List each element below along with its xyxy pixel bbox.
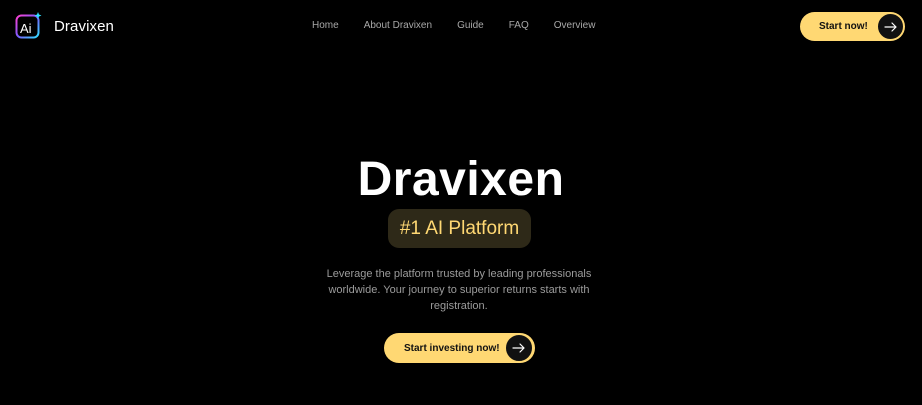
site-header: Ai Dravixen Home About Dravixen Guide FA… <box>0 0 922 52</box>
start-investing-label: Start investing now! <box>404 343 500 354</box>
logo-letters: Ai <box>20 21 32 36</box>
brand-logo[interactable]: Ai Dravixen <box>15 12 114 40</box>
arrow-right-icon <box>877 13 904 40</box>
hero-title: Dravixen <box>357 153 565 206</box>
arrow-right-icon <box>505 334 533 362</box>
start-now-button[interactable]: Start now! <box>800 12 905 41</box>
brand-name: Dravixen <box>54 17 114 35</box>
hero-description: Leverage the platform trusted by leading… <box>326 268 592 312</box>
ai-logo-icon: Ai <box>15 12 42 40</box>
start-now-label: Start now! <box>819 21 868 32</box>
start-investing-button[interactable]: Start investing now! <box>384 333 535 363</box>
hero-badge: #1 AI Platform <box>388 209 531 248</box>
nav-home[interactable]: Home <box>312 20 339 31</box>
nav-guide[interactable]: Guide <box>457 20 484 31</box>
nav-about[interactable]: About Dravixen <box>364 20 432 31</box>
nav-faq[interactable]: FAQ <box>509 20 529 31</box>
main-nav: Home About Dravixen Guide FAQ Overview <box>312 20 595 31</box>
nav-overview[interactable]: Overview <box>554 20 596 31</box>
